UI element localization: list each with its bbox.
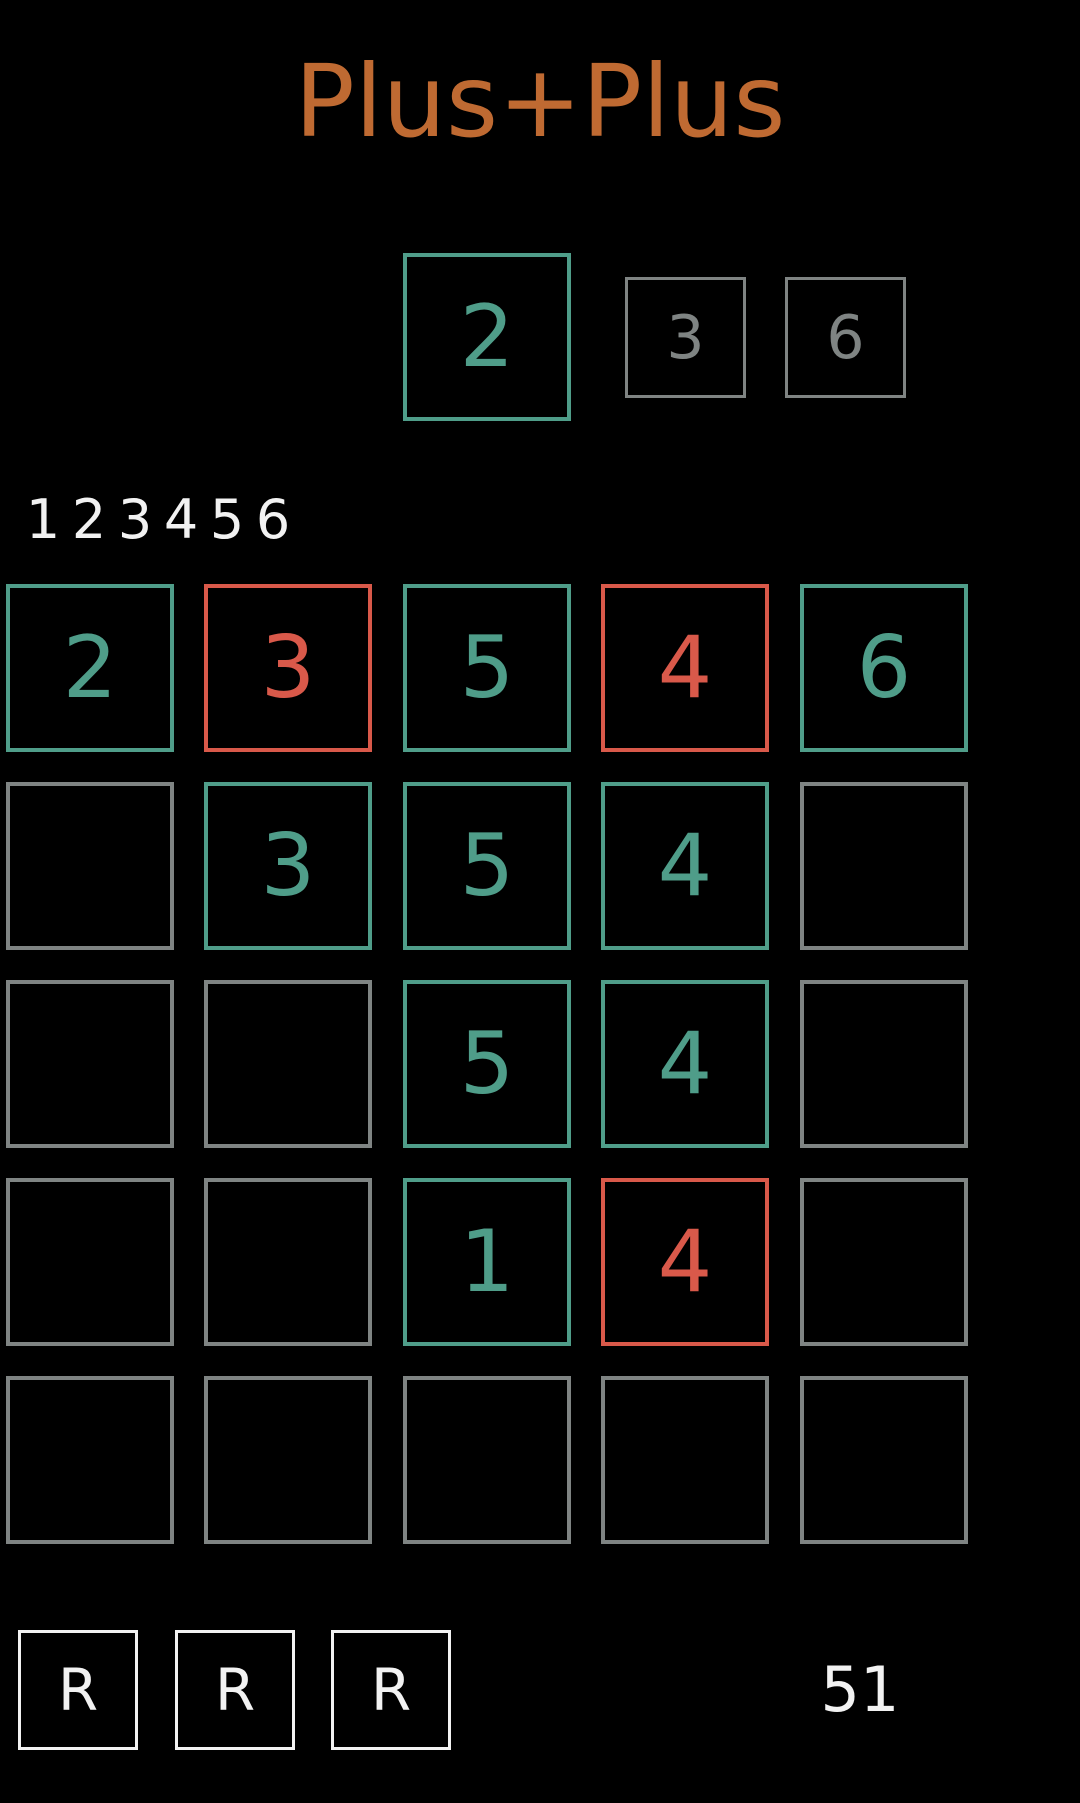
- board-cell[interactable]: 5: [403, 980, 571, 1148]
- board-cell[interactable]: 3: [204, 584, 372, 752]
- board-cell-value: 6: [856, 618, 912, 718]
- board-cell[interactable]: 5: [403, 782, 571, 950]
- refresh-button-2[interactable]: R: [175, 1630, 295, 1750]
- digit-row: 1 2 3 4 5 6: [20, 490, 296, 550]
- board-cell-value: 5: [459, 1014, 515, 1114]
- board-cell[interactable]: [601, 1376, 769, 1544]
- board-cell[interactable]: [403, 1376, 571, 1544]
- board-cell[interactable]: 3: [204, 782, 372, 950]
- digit-label: 6: [255, 488, 291, 551]
- board-cell-value: 3: [260, 816, 316, 916]
- board-cell-value: 4: [657, 1014, 713, 1114]
- digit-label: 3: [117, 488, 153, 551]
- board-cell[interactable]: [800, 782, 968, 950]
- board-cell[interactable]: [6, 782, 174, 950]
- score: 51: [820, 1653, 900, 1726]
- current-tile-value: 2: [459, 287, 515, 387]
- board-cell[interactable]: 4: [601, 584, 769, 752]
- refresh-button-1[interactable]: R: [18, 1630, 138, 1750]
- game-title: Plus+Plus: [294, 43, 786, 160]
- board-cell[interactable]: 4: [601, 1178, 769, 1346]
- board-cell[interactable]: 5: [403, 584, 571, 752]
- board-cell[interactable]: [204, 1178, 372, 1346]
- board-cell-value: 4: [657, 1212, 713, 1312]
- board-cell[interactable]: 4: [601, 980, 769, 1148]
- board-cell[interactable]: 2: [6, 584, 174, 752]
- next-tile-2-value: 6: [826, 302, 865, 373]
- next-tile-1-value: 3: [666, 302, 705, 373]
- board-cell[interactable]: [800, 1178, 968, 1346]
- board-cell[interactable]: [800, 980, 968, 1148]
- board-cell-value: 2: [62, 618, 118, 718]
- board-cell[interactable]: [204, 980, 372, 1148]
- board-cell[interactable]: [800, 1376, 968, 1544]
- board-cell[interactable]: [6, 980, 174, 1148]
- digit-label: 1: [25, 488, 61, 551]
- board-cell[interactable]: [6, 1178, 174, 1346]
- board-cell-value: 5: [459, 816, 515, 916]
- board-cell-value: 3: [260, 618, 316, 718]
- digit-label: 4: [163, 488, 199, 551]
- board-cell-value: 4: [657, 816, 713, 916]
- board-cell[interactable]: [6, 1376, 174, 1544]
- board-cell-value: 1: [459, 1212, 515, 1312]
- current-tile: 2: [403, 253, 571, 421]
- next-tile-2: 6: [785, 277, 906, 398]
- digit-label: 2: [71, 488, 107, 551]
- refresh-button-3[interactable]: R: [331, 1630, 451, 1750]
- digit-label: 5: [209, 488, 245, 551]
- board-cell[interactable]: 4: [601, 782, 769, 950]
- board-cell-value: 5: [459, 618, 515, 718]
- board-cell[interactable]: [204, 1376, 372, 1544]
- board-cell-value: 4: [657, 618, 713, 718]
- board-cell[interactable]: 1: [403, 1178, 571, 1346]
- board-cell[interactable]: 6: [800, 584, 968, 752]
- next-tile-1: 3: [625, 277, 746, 398]
